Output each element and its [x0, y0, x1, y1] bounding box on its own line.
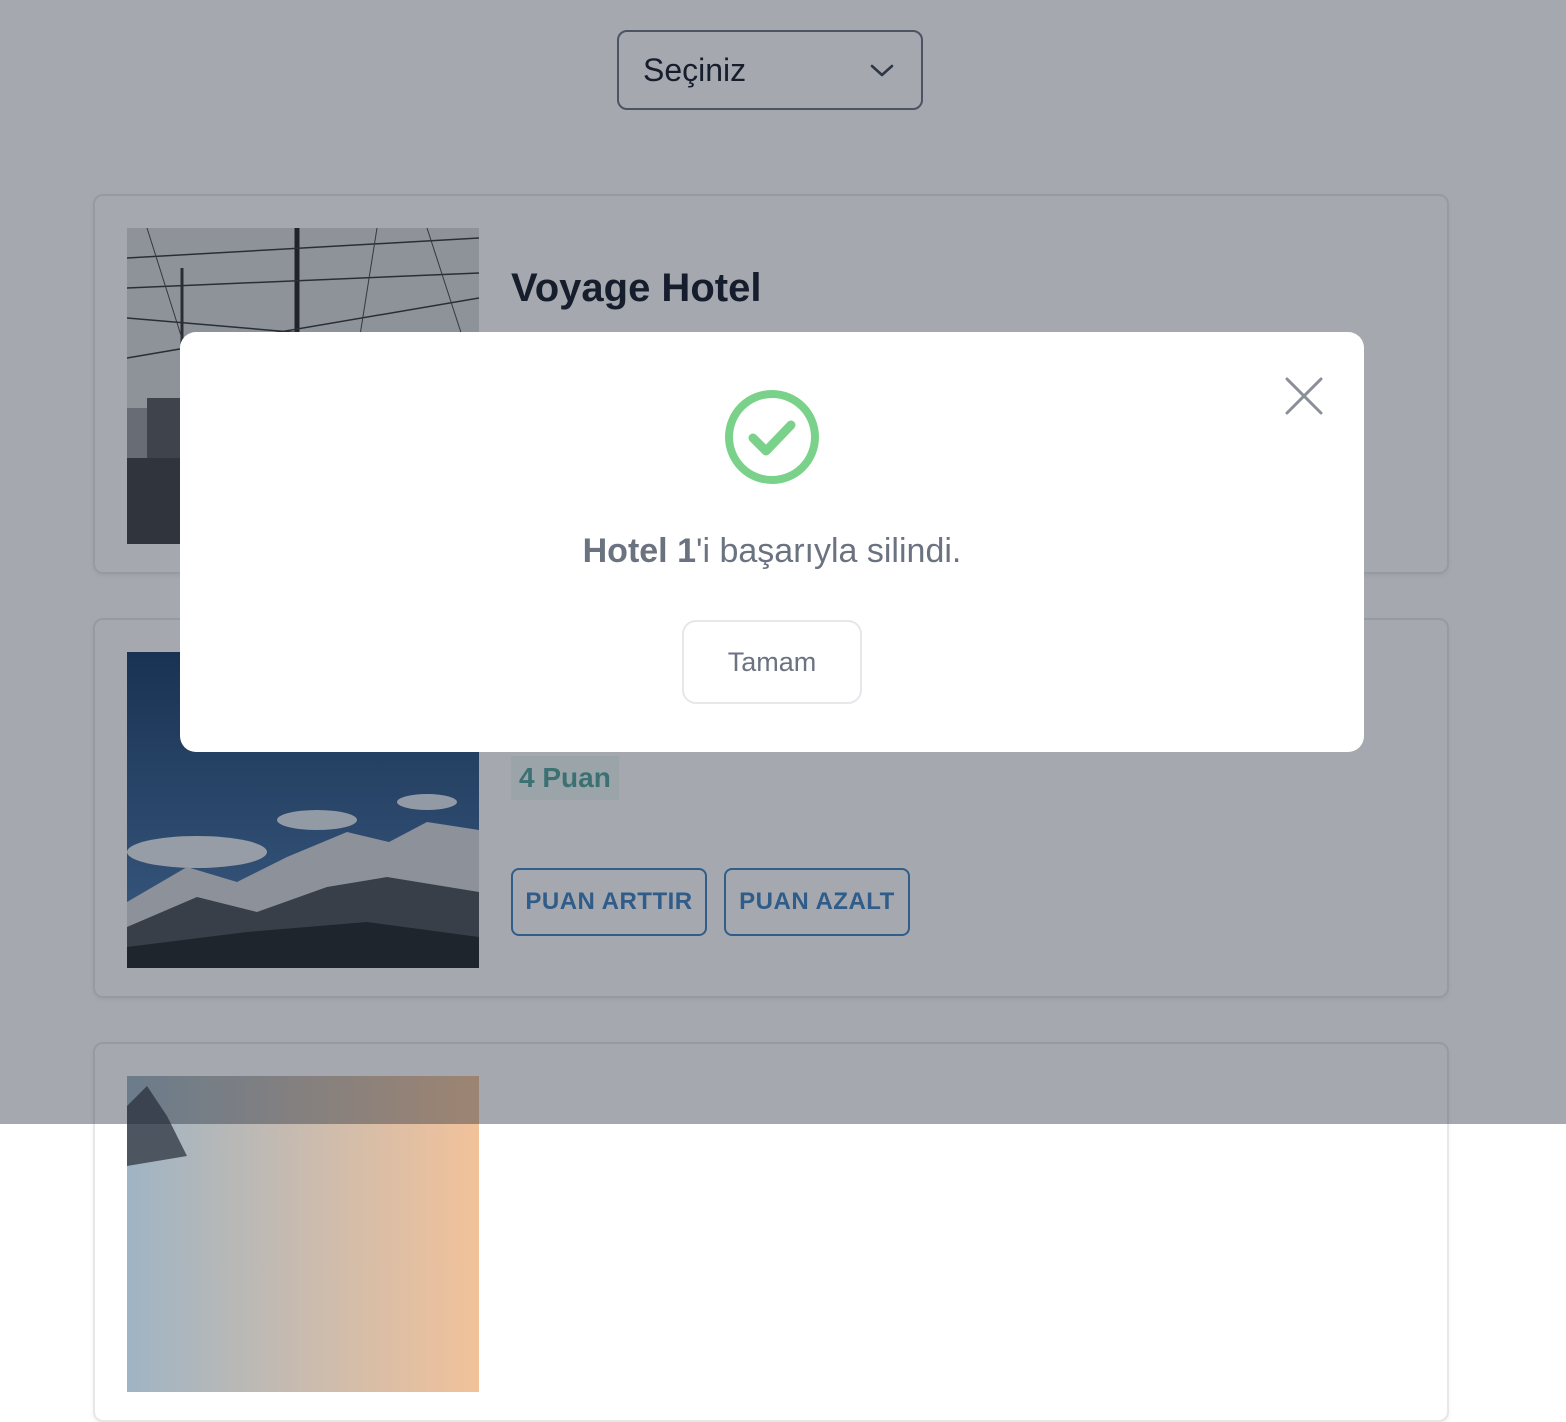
- deleted-hotel-name: Hotel 1: [582, 532, 696, 570]
- success-check-icon: [725, 390, 819, 484]
- close-icon[interactable]: [1284, 376, 1324, 416]
- ok-button[interactable]: Tamam: [682, 620, 862, 704]
- dialog-message-text: 'i başarıyla silindi.: [695, 532, 962, 570]
- success-dialog: Hotel 1'i başarıyla silindi. Tamam: [180, 332, 1364, 752]
- dialog-message: Hotel 1'i başarıyla silindi.: [180, 532, 1364, 571]
